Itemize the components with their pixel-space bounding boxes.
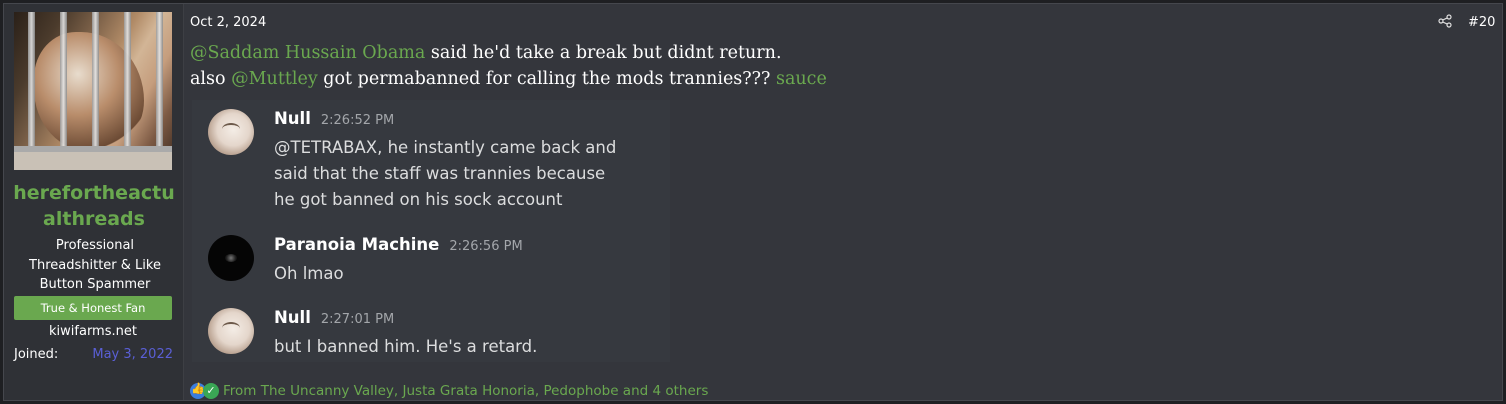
user-mention[interactable]: @Muttley	[231, 69, 318, 89]
post-line: also @Muttley got permabanned for callin…	[190, 66, 827, 92]
check-icon: ✓	[203, 382, 219, 399]
username-line: althreads	[43, 208, 145, 230]
eye-avatar	[208, 235, 254, 281]
share-icon[interactable]	[1438, 14, 1452, 28]
chat-author: Null 2:27:01 PM	[274, 308, 395, 327]
user-title-line: Professional	[55, 238, 135, 253]
user-banner: True & Honest Fan	[14, 296, 172, 320]
chat-author: Paranoia Machine 2:26:56 PM	[274, 235, 523, 254]
chat-text: @TETRABAX, he instantly came back and sa…	[274, 138, 617, 209]
joined-label: Joined:	[14, 347, 59, 362]
chat-timestamp: 2:27:01 PM	[320, 312, 395, 327]
user-title-line: Threadshitter & Like	[29, 257, 161, 273]
user-sidebar: herefortheactu althreads Professional Th…	[4, 4, 184, 400]
post-text: got permabanned for calling the mods tra…	[317, 69, 776, 89]
reactions-list[interactable]: From The Uncanny Valley, Justa Grata Hon…	[223, 383, 708, 399]
post-number[interactable]: #20	[1468, 15, 1495, 30]
chat-text: but I banned him. He's a retard.	[274, 337, 538, 356]
chat-author: Null 2:26:52 PM	[274, 109, 395, 128]
null-avatar	[208, 109, 254, 155]
sauce-link[interactable]: sauce	[776, 69, 827, 89]
post-date[interactable]: Oct 2, 2024	[190, 15, 266, 30]
user-mention[interactable]: @Saddam Hussain Obama	[190, 43, 425, 63]
reactions-bar[interactable]: ✓From The Uncanny Valley, Justa Grata Ho…	[190, 382, 708, 400]
username-line: herefortheactu	[13, 182, 175, 204]
avatar[interactable]	[14, 12, 172, 170]
post-line: @Saddam Hussain Obama said he'd take a b…	[190, 40, 782, 66]
embedded-screenshot: Null 2:26:52 PM @TETRABAX, he instantly c…	[192, 100, 670, 362]
post: herefortheactu althreads Professional Th…	[3, 3, 1503, 401]
post-text: said he'd take a break but didnt return.	[425, 43, 782, 63]
chat-text: Oh lmao	[274, 264, 344, 283]
null-avatar	[208, 308, 254, 354]
post-text: also	[190, 69, 232, 89]
chat-timestamp: 2:26:52 PM	[320, 113, 395, 128]
chat-timestamp: 2:26:56 PM	[449, 239, 523, 254]
user-title-line: Button Spammer	[39, 277, 151, 292]
user-site: kiwifarms.net	[49, 324, 137, 339]
user-title: Professional Threadshitter & Like Button…	[16, 236, 174, 295]
username[interactable]: herefortheactu althreads	[4, 180, 184, 232]
joined-date[interactable]: May 3, 2022	[92, 347, 173, 362]
